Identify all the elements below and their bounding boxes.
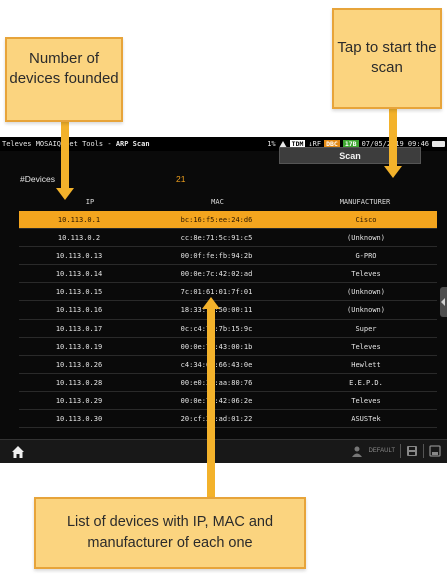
- table-row[interactable]: 10.113.0.13 00:0f:fe:fb:94:2b G-PRO: [19, 247, 437, 266]
- table-row[interactable]: 10.113.0.26 c4:34:6b:66:43:0e Hewlett: [19, 356, 437, 374]
- default-label[interactable]: DEFAULT: [368, 448, 395, 454]
- table-row[interactable]: 10.113.0.30 20:cf:30:ad:01:22 ASUSTek: [19, 410, 437, 429]
- arrow-scan: [389, 109, 397, 166]
- cell-manufacturer: (Unknown): [347, 288, 385, 297]
- chevron-left-icon[interactable]: [440, 287, 447, 317]
- cell-ip: 10.113.0.29: [55, 396, 103, 405]
- table-row[interactable]: 10.113.0.28 00:e0:33:aa:80:76 E.E.P.D.: [19, 374, 437, 392]
- cell-manufacturer: Hewlett: [351, 360, 381, 369]
- cell-ip: 10.113.0.16: [55, 306, 103, 315]
- callout-scan: Tap to start the scan: [332, 8, 442, 109]
- home-icon[interactable]: [11, 445, 25, 459]
- table-row[interactable]: 10.113.0.2 cc:8e:71:5c:91:c5 (Unknown): [19, 229, 437, 248]
- app-title: Televes MOSAIQ Net Tools: [2, 140, 104, 148]
- table-row[interactable]: 10.113.0.1 bc:16:f5:ee:24:d6 Cisco: [19, 211, 437, 230]
- devices-count: 21: [176, 174, 186, 184]
- save-icon[interactable]: [406, 445, 418, 457]
- cell-manufacturer: Televes: [351, 270, 381, 279]
- cell-mac: 00:0f:fe:fb:94:2b: [180, 252, 253, 261]
- arrow-list: [207, 308, 215, 497]
- cell-manufacturer: ASUSTek: [351, 415, 381, 424]
- cell-ip: 10.113.0.1: [57, 216, 101, 224]
- cell-manufacturer: Cisco: [355, 216, 377, 224]
- cell-ip: 10.113.0.30: [55, 415, 103, 424]
- table-row[interactable]: 10.113.0.15 7c:01:61:01:7f:01 (Unknown): [19, 283, 437, 302]
- screen-title: ARP Scan: [115, 140, 150, 148]
- cell-manufacturer: E.E.P.D.: [349, 378, 383, 387]
- cell-ip: 10.113.0.2: [57, 234, 101, 243]
- cell-mac: 0c:c4:7a:7b:15:9c: [180, 324, 253, 333]
- save-as-icon[interactable]: [429, 445, 441, 457]
- cell-manufacturer: (Unknown): [347, 306, 385, 315]
- cell-mac: bc:16:f5:ee:24:d6: [180, 216, 253, 224]
- cell-ip: 10.113.0.15: [55, 288, 103, 297]
- arrow-list-head: [202, 297, 220, 309]
- header-manufacturer: MANUFACTURER: [339, 198, 391, 206]
- cell-ip: 10.113.0.28: [55, 378, 103, 387]
- status-title: Televes MOSAIQ Net Tools - ARP Scan: [2, 140, 150, 148]
- arrow-devices: [61, 122, 69, 188]
- cell-ip: 10.113.0.19: [55, 342, 103, 351]
- divider: [423, 444, 424, 458]
- table-row[interactable]: 10.113.0.14 00:0e:7c:42:02:ad Televes: [19, 265, 437, 284]
- table-row[interactable]: 10.113.0.16 18:33:15:50:00:11 (Unknown): [19, 301, 437, 320]
- table-row[interactable]: 10.113.0.3400:0e:7c:42:00:77Televes: [19, 428, 437, 433]
- table-row[interactable]: 10.113.0.17 0c:c4:7a:7b:15:9c Super: [19, 320, 437, 338]
- cell-manufacturer: G-PRO: [355, 252, 377, 261]
- cell-mac: cc:8e:71:5c:91:c5: [180, 234, 253, 243]
- cell-ip: 10.113.0.26: [55, 360, 103, 369]
- cell-mac: 00:e0:33:aa:80:76: [180, 378, 253, 387]
- signal-text: 1%: [267, 140, 276, 148]
- cell-ip: 10.113.0.13: [55, 252, 103, 261]
- arrow-scan-head: [384, 166, 402, 178]
- cell-mac: c4:34:6b:66:43:0e: [180, 360, 253, 369]
- header-mac: MAC: [211, 198, 224, 206]
- cell-ip: 10.113.0.14: [55, 270, 103, 279]
- cell-ip: 10.113.0.17: [55, 324, 103, 333]
- cell-mac: 00:0e:7c:42:02:ad: [180, 270, 253, 279]
- cell-manufacturer: (Unknown): [347, 234, 385, 243]
- cell-manufacturer: Televes: [351, 342, 381, 351]
- table-row[interactable]: 10.113.0.29 00:0e:7c:42:06:2e Televes: [19, 392, 437, 411]
- callout-device-list: List of devices with IP, MAC and manufac…: [34, 497, 306, 569]
- cell-mac: 00:0e:7c:42:06:2e: [180, 396, 253, 405]
- callout-devices-count: Number of devices founded: [5, 37, 123, 122]
- devices-label: #Devices: [20, 174, 55, 184]
- scan-button[interactable]: Scan: [279, 147, 421, 164]
- bottom-bar: DEFAULT: [0, 439, 447, 463]
- bottom-actions: DEFAULT: [351, 444, 441, 458]
- cell-manufacturer: Televes: [351, 396, 381, 405]
- cell-mac: 00:0e:7c:43:00:1b: [180, 342, 253, 351]
- table-row[interactable]: 10.113.0.19 00:0e:7c:43:00:1b Televes: [19, 338, 437, 356]
- cell-mac: 20:cf:30:ad:01:22: [180, 415, 253, 424]
- header-ip: IP: [85, 198, 95, 206]
- cell-manufacturer: Super: [355, 324, 377, 333]
- battery-icon: [432, 141, 445, 147]
- arrow-devices-head: [56, 188, 74, 200]
- divider: [400, 444, 401, 458]
- device-table[interactable]: 10.113.0.1 bc:16:f5:ee:24:d6 Cisco 10.113.0…: [19, 211, 437, 433]
- user-icon[interactable]: [351, 445, 363, 457]
- cell-mac: 7c:01:61:01:7f:01: [180, 288, 253, 297]
